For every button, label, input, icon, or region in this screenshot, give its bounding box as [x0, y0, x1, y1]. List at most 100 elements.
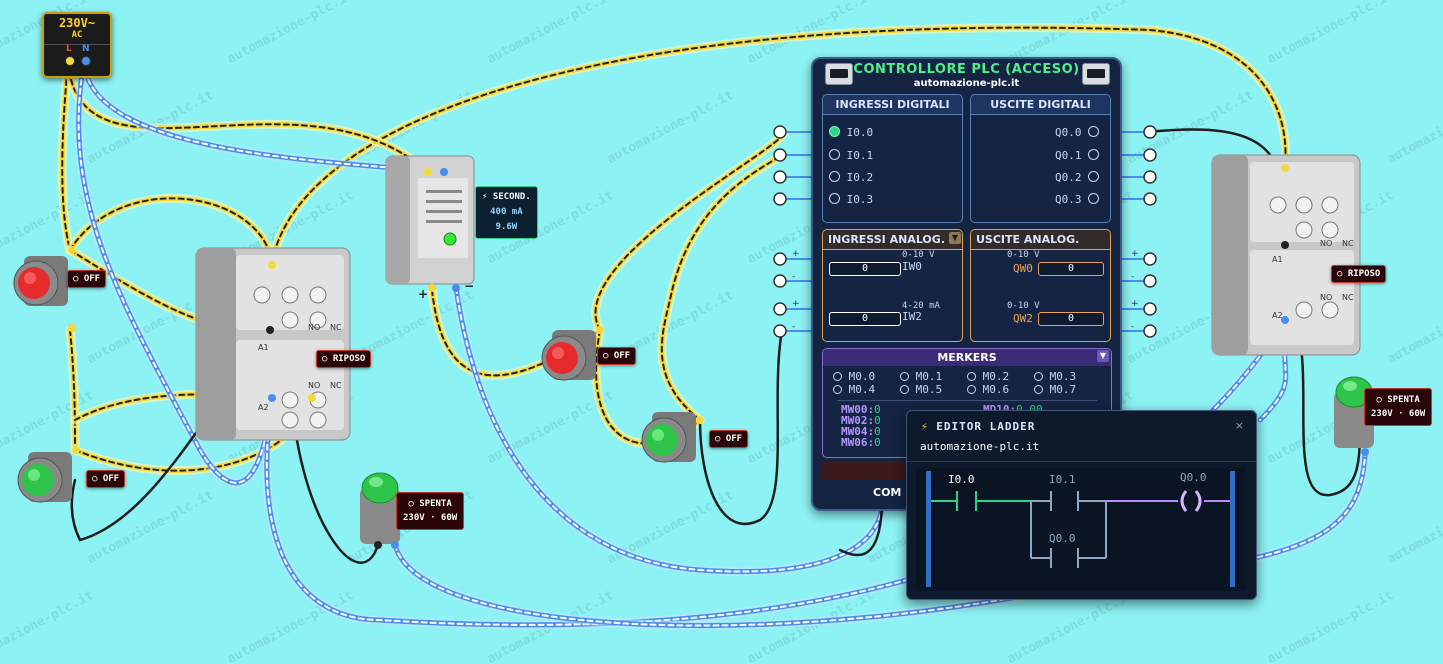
analog-input-iw0[interactable]: 0 [829, 262, 901, 276]
ac-n-label: N [82, 44, 90, 54]
led-on-icon [829, 126, 840, 137]
analog-output-qw0[interactable]: 0 [1038, 262, 1104, 276]
contactor-left[interactable]: A1 A2 NO NC NO NC [195, 247, 351, 441]
terminal-q00 [1143, 125, 1157, 139]
merkers-title: MERKERS [823, 349, 1111, 366]
analog-input-iw2[interactable]: 0 [829, 312, 901, 326]
psu-power: 9.6W [495, 222, 518, 232]
lamp-state: ○ SPENTA [408, 499, 452, 509]
pushbutton-red-2[interactable] [541, 326, 604, 381]
contact-i01[interactable]: I0.1 [1031, 473, 1106, 511]
ladder-subtitle: automazione-plc.it [920, 440, 1040, 453]
power-supply[interactable]: + − [385, 155, 475, 301]
digital-input-i02[interactable]: I0.2 [829, 171, 873, 184]
terminal-q01 [1143, 148, 1157, 162]
svg-text:I0.0: I0.0 [948, 473, 975, 486]
close-icon[interactable]: × [1235, 419, 1244, 432]
pushbutton-green-2[interactable] [641, 412, 704, 463]
button-state-badge: ○ OFF [597, 347, 637, 365]
left-power-rail [926, 471, 931, 587]
psu-led-icon [443, 232, 457, 246]
merker-m03[interactable]: M0.3 [1034, 370, 1076, 383]
button-state-badge: ○ OFF [67, 270, 107, 288]
plc-subtitle: automazione-plc.it [913, 78, 1020, 89]
merker-m04[interactable]: M0.4 [833, 383, 875, 396]
analog-name: QW2 [1013, 312, 1033, 325]
svg-text:NC: NC [330, 323, 342, 332]
pushbutton-green-1[interactable] [17, 446, 80, 503]
ladder-canvas[interactable]: I0.0 I0.1 Q0.0 Q0.0 [916, 468, 1246, 591]
ladder-title: ⚡ EDITOR LADDER [921, 420, 1036, 433]
pushbutton-red-1[interactable] [13, 246, 76, 332]
lightning-icon: ⚡ [921, 420, 929, 433]
lamp-rating: 230V · 60W [1371, 409, 1426, 419]
ladder-editor-window[interactable]: ⚡ EDITOR LADDER automazione-plc.it × I0.… [906, 410, 1257, 600]
ac-l-terminal[interactable] [65, 56, 75, 66]
terminal-i00 [773, 125, 787, 139]
ac-type: AC [71, 30, 83, 40]
minus-label: - [792, 272, 795, 282]
analog-output-qw2[interactable]: 0 [1038, 312, 1104, 326]
digital-input-i00[interactable]: I0.0 [829, 126, 873, 139]
svg-text:A2: A2 [1272, 311, 1283, 320]
contact-q00[interactable]: Q0.0 [1030, 501, 1107, 568]
merker-m01[interactable]: M0.1 [900, 370, 942, 383]
svg-text:A2: A2 [258, 403, 269, 412]
svg-text:A1: A1 [258, 343, 269, 352]
contactor-state-badge: ○ RIPOSO [316, 350, 372, 368]
terminal-i01 [773, 148, 787, 162]
contactor-right[interactable]: A1 A2 NO NC NO NC [1211, 154, 1361, 356]
svg-text:NO: NO [1320, 293, 1332, 302]
ac-supply[interactable]: 230V~ AC L N [42, 12, 112, 78]
svg-text:Q0.0: Q0.0 [1049, 532, 1076, 545]
digital-outputs-title: USCITE DIGITALI [971, 95, 1110, 115]
collapse-icon[interactable]: ▼ [1097, 350, 1109, 362]
merker-m02[interactable]: M0.2 [967, 370, 1009, 383]
plus-label: + [1131, 249, 1139, 259]
ladder-diagram[interactable]: I0.0 I0.1 Q0.0 Q0.0 [916, 468, 1246, 591]
svg-text:NC: NC [1342, 293, 1354, 302]
digital-output-q01[interactable]: Q0.1 [1055, 149, 1100, 162]
contact-i00[interactable]: I0.0 [931, 473, 1031, 511]
merker-m00[interactable]: M0.0 [833, 370, 875, 383]
simulator-canvas[interactable]: automazione-plc.it automazione-plc.it auto… [0, 0, 1443, 664]
svg-text:NO: NO [308, 323, 320, 332]
psu-badge: ⚡ SECOND. 400 mA 9.6W [475, 186, 538, 239]
merker-m07[interactable]: M0.7 [1034, 383, 1076, 396]
lamp-left-badge: ○ SPENTA 230V · 60W [396, 492, 465, 530]
psu-line1: ⚡ SECOND. [482, 192, 531, 202]
ac-voltage: 230V~ [58, 16, 96, 30]
merker-m05[interactable]: M0.5 [900, 383, 942, 396]
svg-text:NC: NC [1342, 239, 1354, 248]
digital-output-q03[interactable]: Q0.3 [1055, 193, 1100, 206]
led-off-icon [829, 171, 840, 182]
analog-range: 0-10 V [1007, 301, 1040, 311]
analog-name: IW2 [902, 310, 922, 323]
lamp-right-badge: ○ SPENTA 230V · 60W [1364, 388, 1433, 426]
analog-name: IW0 [902, 260, 922, 273]
digital-output-q02[interactable]: Q0.2 [1055, 171, 1100, 184]
plus-label: + [1131, 299, 1139, 309]
ac-n-terminal[interactable] [81, 56, 91, 66]
analog-inputs-title: INGRESSI ANALOG. [823, 230, 962, 250]
collapse-icon[interactable]: ▼ [949, 232, 961, 244]
coil-q00[interactable]: Q0.0 [1106, 471, 1230, 512]
lamp-left[interactable] [360, 472, 400, 549]
led-off-icon [829, 149, 840, 160]
led-off-icon [1088, 193, 1100, 204]
com-label: COM [873, 486, 902, 499]
merker-m06[interactable]: M0.6 [967, 383, 1009, 396]
led-off-icon [1088, 126, 1100, 137]
plus-label: + [792, 299, 800, 309]
minus-label: - [792, 322, 795, 332]
terminal-i02 [773, 170, 787, 184]
digital-input-i01[interactable]: I0.1 [829, 149, 873, 162]
button-state-badge: ○ OFF [86, 470, 126, 488]
digital-inputs-title: INGRESSI DIGITALI [823, 95, 962, 115]
terminal-i03 [773, 192, 787, 206]
plus-label: + [792, 249, 800, 259]
analog-name: QW0 [1013, 262, 1033, 275]
lamp-state: ○ SPENTA [1376, 395, 1420, 405]
digital-input-i03[interactable]: I0.3 [829, 193, 873, 206]
digital-output-q00[interactable]: Q0.0 [1055, 126, 1100, 139]
